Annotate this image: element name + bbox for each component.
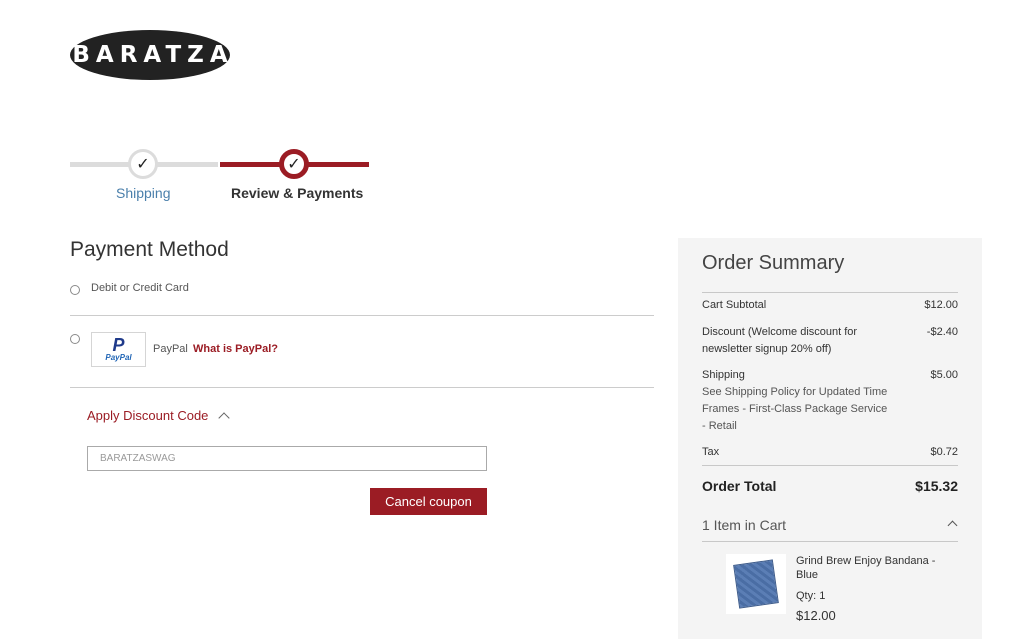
what-is-paypal-link[interactable]: What is PayPal? xyxy=(193,343,278,355)
paypal-label[interactable]: PayPal xyxy=(153,343,188,355)
chevron-up-icon xyxy=(218,411,231,424)
paypal-logo: P PayPal xyxy=(91,332,146,367)
step-shipping-link[interactable]: Shipping xyxy=(116,185,171,201)
discount-code-input[interactable] xyxy=(87,446,487,471)
card-radio[interactable] xyxy=(70,285,80,295)
checkout-progress: ✓ ✓ Shipping Review & Payments xyxy=(70,148,370,208)
product-name: Grind Brew Enjoy Bandana - Blue xyxy=(796,555,936,581)
tax-value: $0.72 xyxy=(930,446,958,458)
paypal-logo-text: PayPal xyxy=(105,353,132,362)
product-thumbnail xyxy=(726,554,786,614)
bandana-image xyxy=(733,559,779,609)
paypal-radio[interactable] xyxy=(70,334,80,344)
shipping-value: $5.00 xyxy=(930,369,958,381)
cancel-coupon-button[interactable]: Cancel coupon xyxy=(370,488,487,515)
order-total-label: Order Total xyxy=(702,478,777,494)
shipping-label: Shipping See Shipping Policy for Updated… xyxy=(702,367,892,435)
discount-label: Discount (Welcome discount for newslette… xyxy=(702,326,858,355)
tax-label: Tax xyxy=(702,446,720,458)
apply-discount-toggle[interactable]: Apply Discount Code xyxy=(87,408,231,424)
baratza-logo[interactable]: BARATZA xyxy=(70,30,230,80)
step-review-check-icon: ✓ xyxy=(279,149,309,179)
summary-divider xyxy=(702,465,958,466)
subtotal-value: $12.00 xyxy=(924,299,958,311)
product-qty: Qty: 1 xyxy=(796,590,826,602)
subtotal-label: Cart Subtotal xyxy=(702,299,767,311)
payment-option-card[interactable]: Debit or Credit Card xyxy=(70,274,654,316)
card-label[interactable]: Debit or Credit Card xyxy=(91,282,189,294)
product-price: $12.00 xyxy=(796,608,836,623)
step-review-label: Review & Payments xyxy=(231,185,364,201)
summary-divider xyxy=(702,292,958,293)
payment-method-section: Payment Method Debit or Credit Card P Pa… xyxy=(70,238,654,515)
discount-toggle-label: Apply Discount Code xyxy=(87,408,209,423)
logo-text: BARATZA xyxy=(72,42,234,68)
chevron-up-icon[interactable] xyxy=(947,520,958,531)
step-shipping-check-icon[interactable]: ✓ xyxy=(128,149,158,179)
paypal-p-icon: P xyxy=(112,335,125,355)
order-summary: Order Summary Cart Subtotal $12.00 Disco… xyxy=(678,238,982,639)
shipping-method-text: See Shipping Policy for Updated Time Fra… xyxy=(702,386,888,432)
checkout-page: BARATZA ✓ ✓ Shipping Review & Payments P… xyxy=(0,0,1019,639)
order-total-value: $15.32 xyxy=(915,478,958,494)
summary-divider xyxy=(702,541,958,542)
payment-option-paypal[interactable]: P PayPal PayPal What is PayPal? xyxy=(70,316,654,388)
order-total-row: Order Total $15.32 xyxy=(702,478,958,494)
shipping-label-text: Shipping xyxy=(702,369,745,381)
payment-method-title: Payment Method xyxy=(70,238,229,261)
order-summary-title: Order Summary xyxy=(702,252,845,274)
items-in-cart-toggle[interactable]: 1 Item in Cart xyxy=(702,517,786,533)
discount-value: -$2.40 xyxy=(926,326,958,338)
